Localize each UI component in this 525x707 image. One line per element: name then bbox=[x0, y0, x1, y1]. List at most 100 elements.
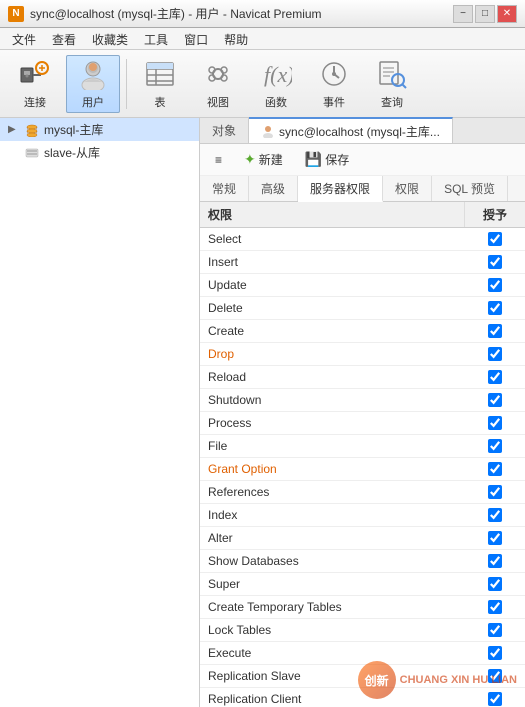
permission-checkbox-cell[interactable] bbox=[465, 322, 525, 340]
permission-name: File bbox=[200, 435, 465, 457]
permission-checkbox[interactable] bbox=[488, 324, 502, 338]
permission-checkbox-cell[interactable] bbox=[465, 345, 525, 363]
menu-view[interactable]: 查看 bbox=[44, 30, 84, 47]
table-row: Grant Option bbox=[200, 458, 525, 481]
permission-checkbox[interactable] bbox=[488, 439, 502, 453]
table-row: Create bbox=[200, 320, 525, 343]
save-label: 保存 bbox=[325, 151, 349, 168]
permission-checkbox-cell[interactable] bbox=[465, 506, 525, 524]
permission-checkbox[interactable] bbox=[488, 485, 502, 499]
permission-checkbox-cell[interactable] bbox=[465, 483, 525, 501]
sub-tab-sql-preview[interactable]: SQL 预览 bbox=[432, 176, 508, 201]
permission-checkbox[interactable] bbox=[488, 554, 502, 568]
menu-file[interactable]: 文件 bbox=[4, 30, 44, 47]
tab-bar: 对象 sync@localhost (mysql-主库... bbox=[200, 118, 525, 144]
toolbar-user[interactable]: 用户 bbox=[66, 55, 120, 113]
sidebar-item-mysql-master[interactable]: ▶ mysql-主库 bbox=[0, 118, 199, 141]
title-text: sync@localhost (mysql-主库) - 用户 - Navicat… bbox=[30, 5, 322, 22]
minimize-button[interactable]: − bbox=[453, 5, 473, 23]
permission-checkbox[interactable] bbox=[488, 462, 502, 476]
sidebar-item-slave[interactable]: ▶ slave-从库 bbox=[0, 141, 199, 164]
permission-checkbox-cell[interactable] bbox=[465, 529, 525, 547]
permission-checkbox-cell[interactable] bbox=[465, 575, 525, 593]
menu-favorites[interactable]: 收藏类 bbox=[84, 30, 136, 47]
permission-checkbox-cell[interactable] bbox=[465, 299, 525, 317]
toolbar: 连接 用户 表 bbox=[0, 50, 525, 118]
window-controls[interactable]: − □ ✕ bbox=[453, 5, 517, 23]
permission-checkbox-cell[interactable] bbox=[465, 391, 525, 409]
new-button[interactable]: ✦ 新建 bbox=[237, 148, 290, 171]
permission-name: Update bbox=[200, 274, 465, 296]
toolbar-view[interactable]: 视图 bbox=[191, 55, 245, 113]
sub-tab-sql-preview-label: SQL 预览 bbox=[444, 180, 495, 197]
sub-tabs: 常规 高级 服务器权限 权限 SQL 预览 bbox=[200, 176, 525, 202]
table-row: Insert bbox=[200, 251, 525, 274]
permission-checkbox-cell[interactable] bbox=[465, 437, 525, 455]
table-row: Lock Tables bbox=[200, 619, 525, 642]
main-layout: ▶ mysql-主库 ▶ slave-从 bbox=[0, 118, 525, 707]
toolbar-query[interactable]: 查询 bbox=[365, 55, 419, 113]
permission-checkbox[interactable] bbox=[488, 278, 502, 292]
permission-checkbox[interactable] bbox=[488, 301, 502, 315]
permission-checkbox[interactable] bbox=[488, 232, 502, 246]
permission-checkbox-cell[interactable] bbox=[465, 414, 525, 432]
permission-checkbox[interactable] bbox=[488, 347, 502, 361]
tab-user-detail-label: sync@localhost (mysql-主库... bbox=[279, 123, 440, 140]
menu-help[interactable]: 帮助 bbox=[216, 30, 256, 47]
table-row: File bbox=[200, 435, 525, 458]
toolbar-connect[interactable]: 连接 bbox=[8, 55, 62, 113]
user-tab-icon bbox=[261, 124, 275, 138]
tab-object[interactable]: 对象 bbox=[200, 118, 249, 143]
maximize-button[interactable]: □ bbox=[475, 5, 495, 23]
function-label: 函数 bbox=[265, 94, 287, 110]
table-row: Process bbox=[200, 412, 525, 435]
permission-checkbox[interactable] bbox=[488, 393, 502, 407]
permission-checkbox-cell[interactable] bbox=[465, 253, 525, 271]
toolbar-function[interactable]: f(x) 函数 bbox=[249, 55, 303, 113]
sidebar-item-slave-label: slave-从库 bbox=[44, 144, 100, 161]
permission-checkbox-cell[interactable] bbox=[465, 598, 525, 616]
view-label: 视图 bbox=[207, 94, 229, 110]
save-button[interactable]: 💾 保存 bbox=[298, 148, 356, 171]
sub-tab-advanced-label: 高级 bbox=[261, 180, 285, 197]
permission-checkbox[interactable] bbox=[488, 646, 502, 660]
permission-name: Drop bbox=[200, 343, 465, 365]
permission-name: References bbox=[200, 481, 465, 503]
sub-tab-advanced[interactable]: 高级 bbox=[249, 176, 298, 201]
toolbar-event[interactable]: 事件 bbox=[307, 55, 361, 113]
sub-tab-general[interactable]: 常规 bbox=[200, 176, 249, 201]
table-row: Super bbox=[200, 573, 525, 596]
permission-name: Insert bbox=[200, 251, 465, 273]
permission-checkbox-cell[interactable] bbox=[465, 276, 525, 294]
permission-checkbox[interactable] bbox=[488, 255, 502, 269]
table-row: Show Databases bbox=[200, 550, 525, 573]
permission-checkbox-cell[interactable] bbox=[465, 644, 525, 662]
close-button[interactable]: ✕ bbox=[497, 5, 517, 23]
permission-checkbox[interactable] bbox=[488, 416, 502, 430]
app-icon: N bbox=[8, 6, 24, 22]
tab-user-detail[interactable]: sync@localhost (mysql-主库... bbox=[249, 117, 453, 143]
permission-checkbox-cell[interactable] bbox=[465, 460, 525, 478]
menu-tools[interactable]: 工具 bbox=[136, 30, 176, 47]
permission-checkbox[interactable] bbox=[488, 531, 502, 545]
permission-checkbox-cell[interactable] bbox=[465, 368, 525, 386]
permission-checkbox[interactable] bbox=[488, 370, 502, 384]
database-icon bbox=[24, 122, 40, 138]
permission-checkbox-cell[interactable] bbox=[465, 552, 525, 570]
sub-tab-server-privileges[interactable]: 服务器权限 bbox=[298, 176, 383, 202]
permission-checkbox[interactable] bbox=[488, 577, 502, 591]
permission-checkbox[interactable] bbox=[488, 600, 502, 614]
hamburger-menu-button[interactable]: ≡ bbox=[208, 150, 229, 170]
permission-checkbox[interactable] bbox=[488, 623, 502, 637]
sidebar: ▶ mysql-主库 ▶ slave-从 bbox=[0, 118, 200, 707]
permission-checkbox-cell[interactable] bbox=[465, 621, 525, 639]
permission-checkbox[interactable] bbox=[488, 508, 502, 522]
permission-name: Select bbox=[200, 228, 465, 250]
query-label: 查询 bbox=[381, 94, 403, 110]
menu-window[interactable]: 窗口 bbox=[176, 30, 216, 47]
toolbar-table[interactable]: 表 bbox=[133, 55, 187, 113]
permissions-rows: SelectInsertUpdateDeleteCreateDropReload… bbox=[200, 228, 525, 707]
new-label: 新建 bbox=[259, 151, 283, 168]
sub-tab-privileges[interactable]: 权限 bbox=[383, 176, 432, 201]
permission-checkbox-cell[interactable] bbox=[465, 230, 525, 248]
